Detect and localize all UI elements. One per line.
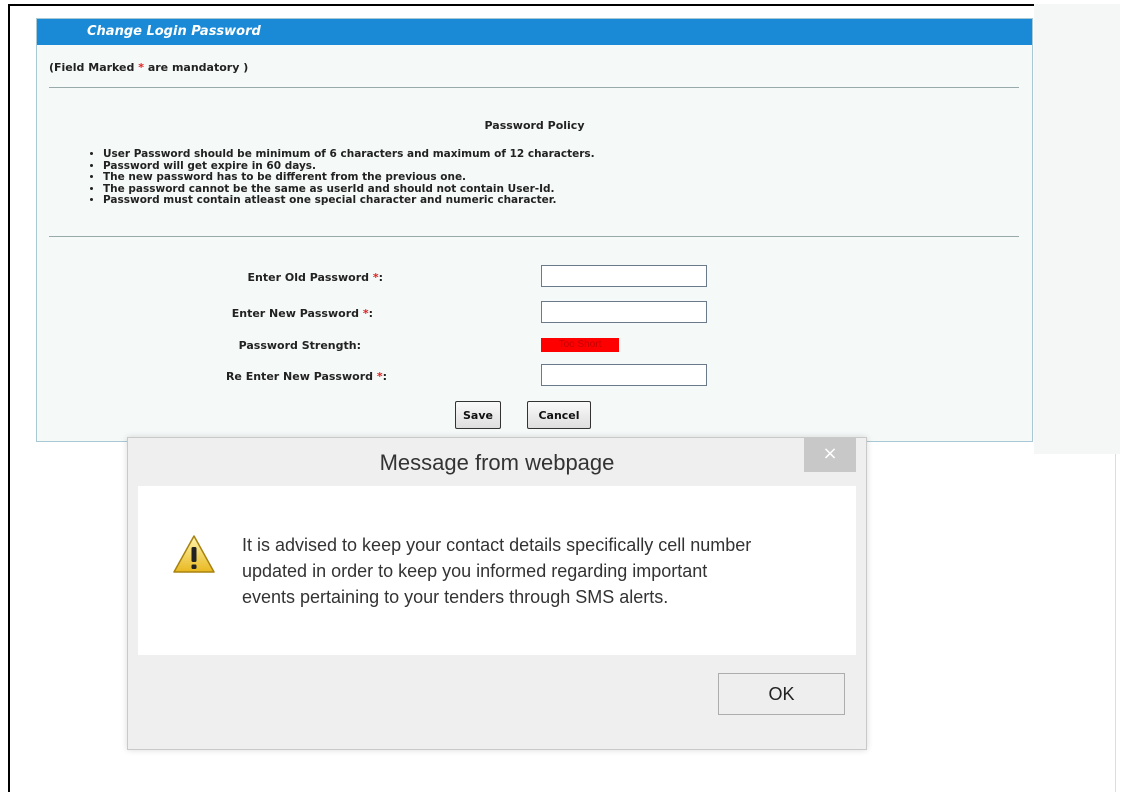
- cancel-button[interactable]: Cancel: [527, 401, 591, 429]
- policy-item: User Password should be minimum of 6 cha…: [103, 148, 595, 161]
- old-password-label: Enter Old Password *:: [167, 271, 383, 284]
- policy-item: The new password has to be different fro…: [103, 171, 595, 184]
- old-password-input[interactable]: [541, 265, 707, 287]
- dialog-body: It is advised to keep your contact detai…: [138, 486, 856, 655]
- new-password-label-text: Enter New Password: [231, 307, 363, 320]
- label-colon: :: [378, 271, 383, 284]
- mandatory-note-suffix: are mandatory ): [144, 61, 249, 74]
- divider: [49, 87, 1019, 88]
- reenter-password-label: Re Enter New Password *:: [167, 370, 387, 383]
- dialog-message-line: events pertaining to your tenders throug…: [242, 587, 669, 607]
- dialog-title: Message from webpage: [379, 450, 615, 475]
- label-colon: :: [382, 370, 387, 383]
- divider: [49, 236, 1019, 237]
- panel-title: Change Login Password: [37, 19, 1032, 45]
- alert-dialog: Message from webpage × It is advised to …: [127, 437, 867, 750]
- dialog-message: It is advised to keep your contact detai…: [242, 532, 842, 610]
- new-password-input[interactable]: [541, 301, 707, 323]
- old-password-label-text: Enter Old Password: [247, 271, 373, 284]
- ok-button[interactable]: OK: [718, 673, 845, 715]
- mandatory-note-prefix: (Field Marked: [49, 61, 139, 74]
- page-side-background: [1034, 4, 1120, 454]
- dialog-message-line: It is advised to keep your contact detai…: [242, 535, 752, 555]
- mandatory-note: (Field Marked * are mandatory ): [49, 61, 248, 74]
- new-password-label: Enter New Password *:: [167, 307, 373, 320]
- save-button[interactable]: Save: [455, 401, 501, 429]
- label-colon: :: [368, 307, 373, 320]
- password-strength-indicator: Too Short: [541, 338, 619, 352]
- policy-item: Password must contain atleast one specia…: [103, 194, 595, 207]
- change-password-panel: Change Login Password (Field Marked * ar…: [36, 18, 1033, 442]
- reenter-password-label-text: Re Enter New Password: [225, 370, 377, 383]
- policy-list: User Password should be minimum of 6 cha…: [89, 148, 595, 207]
- reenter-password-input[interactable]: [541, 364, 707, 386]
- warning-icon: [173, 535, 215, 573]
- policy-title: Password Policy: [484, 119, 585, 132]
- dialog-message-line: updated in order to keep you informed re…: [242, 561, 708, 581]
- password-strength-label: Password Strength:: [238, 339, 361, 352]
- close-icon[interactable]: ×: [804, 438, 856, 472]
